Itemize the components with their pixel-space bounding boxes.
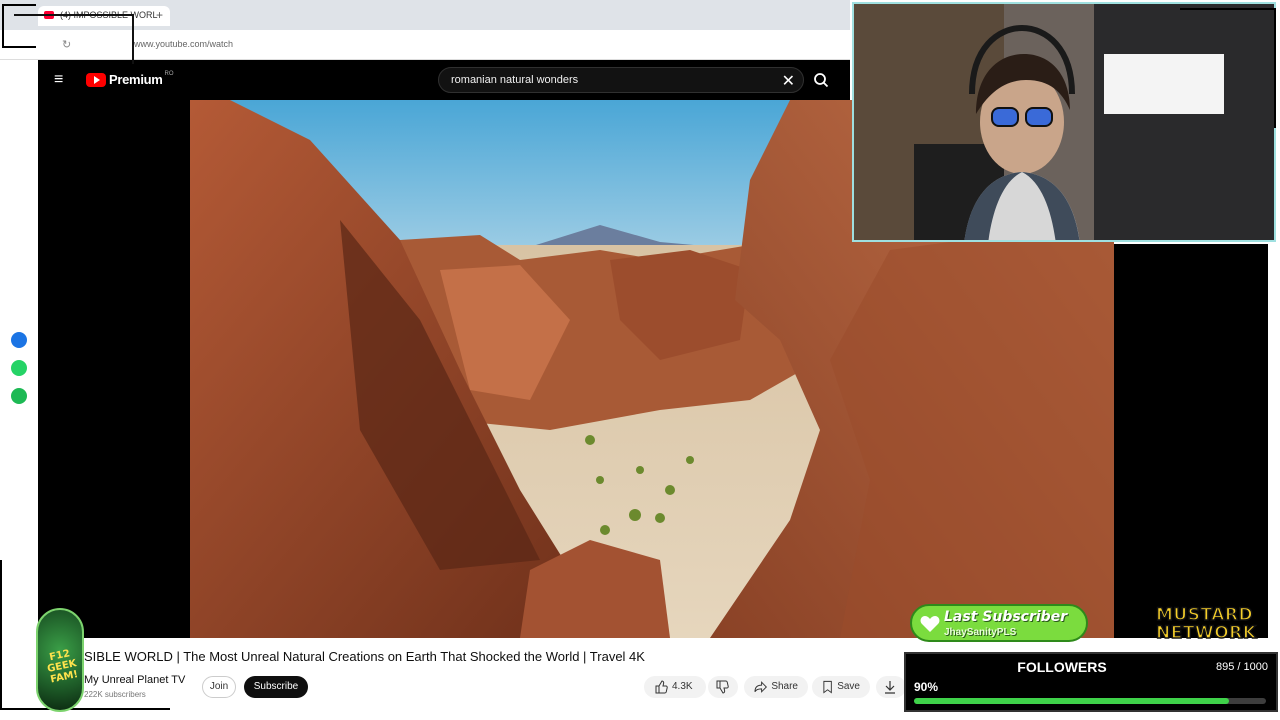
clear-search-icon[interactable]: ✕	[782, 71, 795, 91]
search-button[interactable]	[806, 67, 836, 93]
network-logo-line-2: NETWORK	[1155, 623, 1257, 643]
thumbs-down-icon	[716, 680, 729, 694]
followers-progress-fill	[914, 698, 1230, 704]
search-input[interactable]: romanian natural wonders ✕	[438, 67, 804, 93]
decorative-frame-top-right	[1180, 8, 1276, 128]
dislike-button[interactable]	[708, 676, 738, 698]
download-icon	[885, 681, 895, 694]
search-icon	[814, 73, 829, 88]
messenger-icon[interactable]	[11, 332, 27, 348]
youtube-logo[interactable]: Premium RO	[86, 70, 174, 87]
followers-progress-track	[914, 698, 1266, 704]
followers-goal-widget: FOLLOWERS 895 / 1000 90%	[904, 652, 1278, 712]
followers-goal-percent: 90%	[914, 680, 939, 694]
player-letterbox-right	[1114, 244, 1268, 638]
spotify-icon[interactable]	[11, 388, 27, 404]
left-app-strip	[0, 60, 38, 640]
bookmark-icon	[823, 680, 832, 694]
network-logo: MUSTARD NETWORK	[1155, 605, 1274, 644]
subscribe-button[interactable]: Subscribe	[244, 676, 308, 698]
screen: (4) IMPOSSIBLE WORL + ↻ www.youtube.com/…	[0, 0, 1280, 720]
player-letterbox-left	[38, 100, 190, 638]
youtube-country-code: RO	[164, 70, 174, 77]
share-label: Share	[771, 681, 798, 692]
save-label: Save	[837, 681, 860, 692]
share-icon	[754, 681, 768, 693]
download-button[interactable]	[876, 676, 906, 698]
stream-logo-text: F12 GEEK FAM!	[46, 648, 80, 686]
last-subscriber-name: JhaySanityPLS	[944, 627, 1017, 638]
stream-logo-badge: F12 GEEK FAM!	[36, 608, 84, 712]
join-button[interactable]: Join	[202, 676, 236, 698]
like-button[interactable]: 4.3K	[644, 676, 706, 698]
youtube-logo-icon	[86, 72, 106, 87]
new-tab-button[interactable]: +	[156, 8, 163, 22]
followers-goal-count: 895 / 1000	[1216, 661, 1268, 673]
network-logo-line-1: MUSTARD	[1155, 605, 1254, 625]
like-count: 4.3K	[672, 681, 693, 692]
search-value: romanian natural wonders	[451, 74, 579, 86]
youtube-header: ≡ Premium RO romanian natural wonders ✕	[38, 60, 850, 100]
heart-icon	[920, 616, 940, 632]
whatsapp-icon[interactable]	[11, 360, 27, 376]
share-button[interactable]: Share	[744, 676, 808, 698]
followers-goal-label: FOLLOWERS	[1017, 659, 1107, 675]
decorative-frame-bottom-left	[0, 560, 170, 710]
thumbs-up-icon	[655, 680, 668, 694]
last-subscriber-title: Last Subscriber	[944, 609, 1068, 625]
last-subscriber-alert: Last Subscriber JhaySanityPLS	[910, 604, 1088, 642]
menu-icon[interactable]: ≡	[54, 71, 63, 89]
save-button[interactable]: Save	[812, 676, 870, 698]
youtube-logo-text: Premium	[109, 72, 163, 87]
url-field[interactable]: www.youtube.com/watch	[134, 39, 233, 49]
decorative-frame-top-left-inner	[14, 14, 134, 64]
